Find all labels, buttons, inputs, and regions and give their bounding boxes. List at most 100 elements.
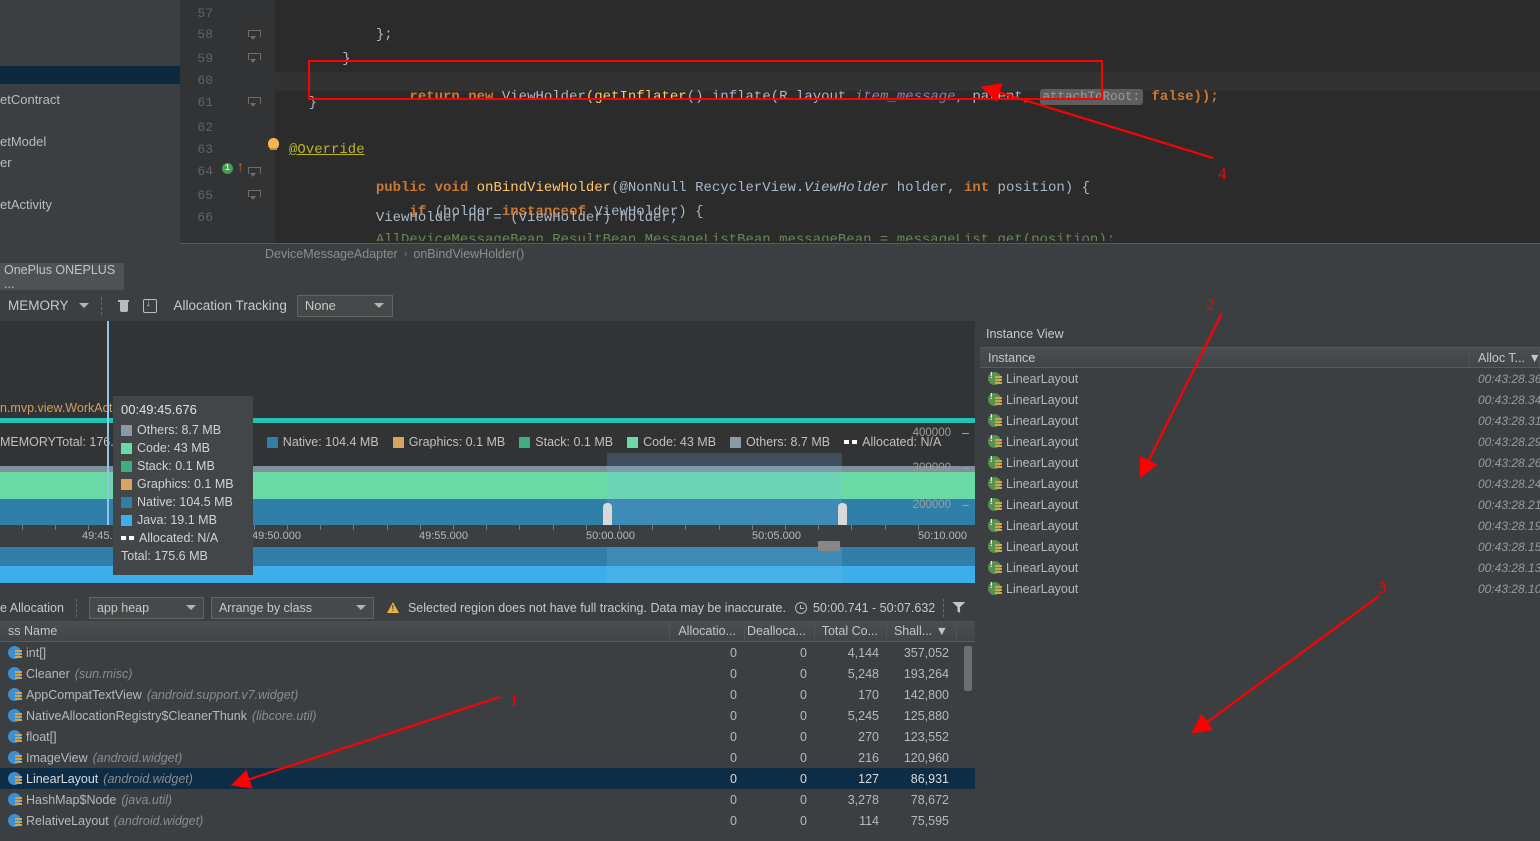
allocation-table-scrollbar[interactable] bbox=[964, 646, 972, 691]
memory-dropdown-arrow-icon[interactable] bbox=[78, 303, 89, 308]
tooltip-stack: Stack: 0.1 MB bbox=[137, 459, 215, 473]
code-fold-icon[interactable] bbox=[248, 97, 261, 108]
override-arrow-icon[interactable]: ↑ bbox=[236, 160, 244, 176]
class-name-text: int[] bbox=[26, 645, 47, 660]
cell-alloc-time: 00:43:28.31 bbox=[1478, 413, 1540, 428]
legend-swatch-others bbox=[730, 436, 742, 448]
col-shallow-size[interactable]: Shall... ▼ bbox=[887, 621, 957, 641]
instance-row[interactable]: LinearLayout 00:43:28.29 bbox=[980, 431, 1540, 452]
project-item-3[interactable]: etActivity bbox=[0, 197, 52, 212]
col-allocations[interactable]: Allocatio... bbox=[670, 621, 745, 641]
breadcrumb-class[interactable]: DeviceMessageAdapter bbox=[265, 247, 398, 261]
export-heap-dump-icon[interactable] bbox=[140, 296, 160, 316]
cell-class-name: int[] bbox=[0, 646, 670, 660]
code-l60-call: (getInflater bbox=[585, 89, 687, 105]
cell-shallow-size: 142,800 bbox=[903, 687, 949, 702]
cell-class-name: Cleaner (sun.misc) bbox=[0, 667, 670, 681]
allocation-tracking-select[interactable]: None bbox=[296, 294, 393, 317]
instance-row[interactable]: LinearLayout 00:43:28.19 bbox=[980, 515, 1540, 536]
y-tick-label: 400000 bbox=[912, 427, 951, 439]
instance-row[interactable]: LinearLayout 00:43:28.13 bbox=[980, 557, 1540, 578]
cell-instance: LinearLayout bbox=[980, 414, 1470, 428]
timeline-scroll-handle[interactable] bbox=[818, 541, 840, 551]
cell-deallocations: 0 bbox=[800, 792, 807, 807]
instance-icon bbox=[988, 393, 1002, 406]
cell-allocations: 0 bbox=[730, 750, 737, 765]
arrange-select[interactable]: Arrange by class bbox=[210, 596, 374, 619]
table-row[interactable]: ImageView (android.widget) 0 0 216 120,960 bbox=[0, 747, 975, 768]
code-annotation-override: @Override bbox=[289, 142, 365, 158]
breadcrumb[interactable]: DeviceMessageAdapter › onBindViewHolder(… bbox=[180, 243, 1540, 263]
heap-select[interactable]: app heap bbox=[88, 596, 204, 619]
chart-selection-region[interactable] bbox=[607, 453, 842, 583]
breadcrumb-method[interactable]: onBindViewHolder() bbox=[413, 247, 524, 261]
class-icon bbox=[8, 751, 22, 764]
class-icon bbox=[8, 646, 22, 659]
instance-row[interactable]: LinearLayout 00:43:28.34 bbox=[980, 389, 1540, 410]
instance-row[interactable]: LinearLayout 00:43:28.10 bbox=[980, 578, 1540, 599]
cell-shallow-size: 125,880 bbox=[903, 708, 949, 723]
legend-swatch-code bbox=[627, 436, 639, 448]
annotation-number-1: 1 bbox=[510, 691, 519, 710]
device-tab[interactable]: OnePlus ONEPLUS ... bbox=[0, 263, 124, 291]
cell-deallocations: 0 bbox=[800, 687, 807, 702]
x-tick-label: 50:00.000 bbox=[586, 530, 635, 542]
arrange-select-value: Arrange by class bbox=[218, 600, 313, 615]
line-number: 64 bbox=[197, 164, 213, 179]
col-alloc-time[interactable]: Alloc T... ▼ bbox=[1470, 348, 1540, 367]
timeline-cursor bbox=[107, 321, 109, 525]
table-row[interactable]: HashMap$Node (java.util) 0 0 3,278 78,672 bbox=[0, 789, 975, 810]
code-fold-icon[interactable] bbox=[248, 167, 261, 178]
instance-row[interactable]: LinearLayout 00:43:28.15 bbox=[980, 536, 1540, 557]
project-panel[interactable]: etContract etModel er etActivity bbox=[0, 0, 180, 243]
table-row[interactable]: float[] 0 0 270 123,552 bbox=[0, 726, 975, 747]
table-row[interactable]: int[] 0 0 4,144 357,052 bbox=[0, 642, 975, 663]
cell-total-count: 5,248 bbox=[847, 666, 879, 681]
table-row[interactable]: AppCompatTextView (android.support.v7.wid… bbox=[0, 684, 975, 705]
cell-total-count: 3,278 bbox=[847, 792, 879, 807]
package-name-text: (java.util) bbox=[121, 792, 173, 807]
col-instance[interactable]: Instance bbox=[980, 348, 1470, 367]
code-fold-icon[interactable] bbox=[248, 30, 261, 41]
instance-row[interactable]: LinearLayout 00:43:28.24 bbox=[980, 473, 1540, 494]
run-gutter-icon[interactable]: 1 bbox=[222, 163, 233, 174]
tooltip-allocated: Allocated: N/A bbox=[139, 531, 219, 545]
cell-shallow-size: 357,052 bbox=[903, 645, 949, 660]
filter-icon[interactable] bbox=[952, 602, 966, 613]
allocation-table-header: ss Name Allocatio... Dealloca... Total C… bbox=[0, 621, 975, 642]
table-row[interactable]: Cleaner (sun.misc) 0 0 5,248 193,264 bbox=[0, 663, 975, 684]
x-tick-label: 50:05.000 bbox=[752, 530, 801, 542]
code-fold-icon[interactable] bbox=[248, 190, 261, 201]
chevron-down-icon bbox=[373, 303, 384, 308]
instance-row[interactable]: LinearLayout 00:43:28.21 bbox=[980, 494, 1540, 515]
instance-row[interactable]: LinearLayout 00:43:28.26 bbox=[980, 452, 1540, 473]
col-deallocations[interactable]: Dealloca... bbox=[745, 621, 815, 641]
editor-gutter[interactable]: 57 58 59 60 61 62 63 64 65 66 bbox=[180, 0, 275, 243]
code-text[interactable]: }; } return new ViewHolder(getInflater()… bbox=[275, 0, 1540, 243]
line-number: 65 bbox=[197, 188, 213, 203]
toolbar-divider bbox=[100, 296, 102, 315]
memory-label: MEMORY bbox=[8, 298, 69, 313]
project-item-1[interactable]: etModel bbox=[0, 134, 46, 149]
package-name-text: (android.widget) bbox=[92, 750, 183, 765]
instance-row[interactable]: LinearLayout 00:43:28.31 bbox=[980, 410, 1540, 431]
instance-name-text: LinearLayout bbox=[1006, 476, 1079, 491]
table-row[interactable]: RelativeLayout (android.widget) 0 0 114 75,59… bbox=[0, 810, 975, 831]
project-item-2[interactable]: er bbox=[0, 155, 12, 170]
project-item-0[interactable]: etContract bbox=[0, 92, 60, 107]
cell-instance: LinearLayout bbox=[980, 456, 1470, 470]
instance-row[interactable]: LinearLayout 00:43:28.36 bbox=[980, 368, 1540, 389]
cell-instance: LinearLayout bbox=[980, 477, 1470, 491]
col-class-name[interactable]: ss Name bbox=[0, 621, 670, 641]
table-row[interactable]: LinearLayout (android.widget) 0 0 127 86,931 bbox=[0, 768, 975, 789]
annotation-number-4: 4 bbox=[1218, 164, 1227, 183]
allocation-table[interactable]: ss Name Allocatio... Dealloca... Total C… bbox=[0, 621, 975, 841]
class-icon bbox=[8, 730, 22, 743]
cell-allocations: 0 bbox=[730, 666, 737, 681]
code-editor: etContract etModel er etActivity 57 58 5… bbox=[0, 0, 1540, 243]
code-fold-icon[interactable] bbox=[248, 53, 261, 64]
line-number: 63 bbox=[197, 142, 213, 157]
col-total-count[interactable]: Total Co... bbox=[815, 621, 887, 641]
trash-icon[interactable] bbox=[114, 296, 134, 316]
table-row[interactable]: NativeAllocationRegistry$CleanerThunk (li… bbox=[0, 705, 975, 726]
